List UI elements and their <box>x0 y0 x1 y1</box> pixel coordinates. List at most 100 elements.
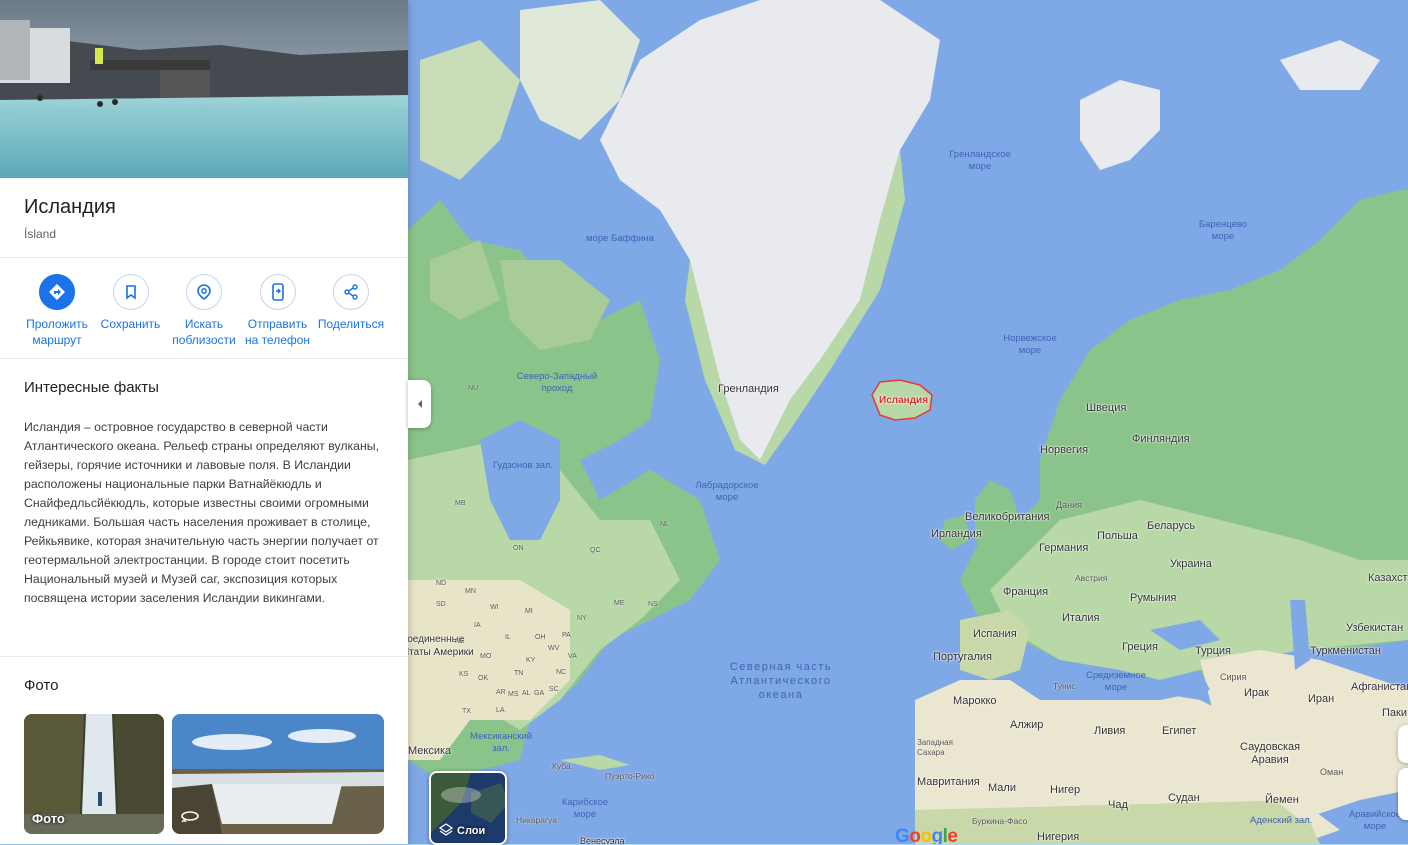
map-label-saudi-arabia[interactable]: Саудовская Аравия <box>1240 741 1300 767</box>
map-label-greece[interactable]: Греция <box>1122 641 1158 653</box>
map-label-turkmenistan[interactable]: Туркменистан <box>1310 645 1381 657</box>
map-state-label: KY <box>526 657 536 664</box>
map-label-italy[interactable]: Италия <box>1062 612 1099 624</box>
map-label-hudson-bay[interactable]: Гудзонов зал. <box>493 460 553 472</box>
map-label-belarus[interactable]: Беларусь <box>1147 520 1195 532</box>
layers-icon <box>439 823 453 836</box>
map-label-greenland[interactable]: Гренландия <box>718 383 779 395</box>
map-label-austria[interactable]: Австрия <box>1075 573 1107 583</box>
map-label-mediterranean[interactable]: Средиземное море <box>1080 670 1152 694</box>
map-label-libya[interactable]: Ливия <box>1094 725 1125 737</box>
caret-left-icon <box>417 400 422 408</box>
facts-section: Интересные факты Исландия – островное го… <box>0 359 408 657</box>
layers-button[interactable]: Слои <box>429 771 507 845</box>
map-label-portugal[interactable]: Португалия <box>933 651 992 663</box>
map-label-algeria[interactable]: Алжир <box>1010 719 1043 731</box>
map-label-germany[interactable]: Германия <box>1039 542 1088 554</box>
map-label-denmark[interactable]: Дания <box>1056 500 1082 510</box>
map-label-greenland-sea[interactable]: Гренландское море <box>940 149 1020 173</box>
map-control-top[interactable] <box>1398 725 1408 763</box>
share-button[interactable]: Поделиться <box>316 274 386 348</box>
map-label-turkey[interactable]: Турция <box>1195 645 1231 657</box>
map-label-iran[interactable]: Иран <box>1308 693 1334 705</box>
directions-button[interactable]: Проложить маршрут <box>22 274 92 348</box>
map-state-label: GA <box>534 690 545 697</box>
map-label-romania[interactable]: Румыния <box>1130 592 1176 604</box>
map-label-oman[interactable]: Оман <box>1320 767 1343 777</box>
photo-thumbnail-360[interactable] <box>172 714 384 834</box>
map-control-bottom[interactable] <box>1398 768 1408 820</box>
map-label-arabian-sea[interactable]: Аравийское море <box>1345 809 1405 833</box>
map-state-label: AL <box>522 690 531 697</box>
map-label-norwegian-sea[interactable]: Норвежское море <box>995 333 1065 357</box>
facts-text: Исландия – островное государство в север… <box>24 420 380 605</box>
map-label-niger[interactable]: Нигер <box>1050 784 1080 796</box>
map-label-mali[interactable]: Мали <box>988 782 1016 794</box>
map-label-iceland[interactable]: Исландия <box>879 395 928 406</box>
map-label-western-sahara[interactable]: Западная Сахара <box>917 738 962 758</box>
map-label-iraq[interactable]: Ирак <box>1244 687 1269 699</box>
map-label-afghanistan[interactable]: Афганистан <box>1351 681 1408 693</box>
map-state-label: ME <box>614 600 625 607</box>
map-label-tunisia[interactable]: Тунис <box>1053 681 1076 691</box>
map-label-france[interactable]: Франция <box>1003 586 1048 598</box>
map-label-burkina-faso[interactable]: Буркина-Фасо <box>972 816 1027 826</box>
map-label-barents-sea[interactable]: Баренцево море <box>1190 219 1256 243</box>
map-label-uzbekistan[interactable]: Узбекистан <box>1346 622 1403 634</box>
map-label-morocco[interactable]: Марокко <box>953 695 997 707</box>
map-state-label: TX <box>462 708 471 715</box>
map-state-label: MB <box>455 500 466 507</box>
place-title: Исландия <box>24 196 116 218</box>
map-label-kazakhstan[interactable]: Казахст <box>1368 572 1407 584</box>
map-label-mauritania[interactable]: Мавритания <box>917 776 980 788</box>
map-label-aden-gulf[interactable]: Аденский зал. <box>1250 815 1312 827</box>
map-label-northwest-passage[interactable]: Северо-Западный проход <box>512 371 602 395</box>
map-label-norway[interactable]: Норвегия <box>1040 444 1088 456</box>
map-label-uk[interactable]: Великобритания <box>965 511 1049 523</box>
map-label-egypt[interactable]: Египет <box>1162 725 1196 737</box>
map-label-caribbean[interactable]: Карибское море <box>555 797 615 821</box>
map-state-label: ND <box>436 580 447 587</box>
map-label-syria[interactable]: Сирия <box>1220 672 1246 682</box>
map-label-sweden[interactable]: Швеция <box>1086 402 1126 414</box>
map-label-puerto-rico[interactable]: Пуэрто-Рико <box>605 771 654 781</box>
map-state-label: MI <box>525 608 533 615</box>
map-label-pakistan[interactable]: Паки <box>1382 707 1407 719</box>
directions-icon <box>39 274 75 310</box>
map-label-ukraine[interactable]: Украина <box>1170 558 1212 570</box>
map-state-label: PA <box>562 632 571 639</box>
map-label-gulf-of-mexico[interactable]: Мексиканский зал. <box>465 731 537 755</box>
map-label-mexico[interactable]: Мексика <box>408 745 451 757</box>
map-label-venezuela[interactable]: Венесуэла <box>580 836 625 844</box>
map-state-label: NS <box>648 601 658 608</box>
map-label-sudan[interactable]: Судан <box>1168 792 1200 804</box>
save-button[interactable]: Сохранить <box>96 274 166 348</box>
action-bar: Проложить маршрут Сохранить Искать побли… <box>0 258 408 359</box>
map-state-label: OK <box>478 675 489 682</box>
send-to-phone-label: Отправить на телефон <box>244 317 311 347</box>
map-label-yemen[interactable]: Йемен <box>1265 794 1299 806</box>
map-label-spain[interactable]: Испания <box>973 628 1017 640</box>
map-label-usa[interactable]: Соединенные Штаты Америки <box>400 633 480 659</box>
photo-360-icon <box>180 809 200 826</box>
hero-photo[interactable] <box>0 0 408 178</box>
map-label-poland[interactable]: Польша <box>1097 530 1138 542</box>
map-state-label: IA <box>474 622 481 629</box>
nearby-button[interactable]: Искать поблизости <box>169 274 239 348</box>
collapse-panel-button[interactable] <box>408 380 431 428</box>
send-to-phone-button[interactable]: Отправить на телефон <box>243 274 313 348</box>
map-label-nicaragua[interactable]: Никарагуа <box>516 815 557 825</box>
map-label-finland[interactable]: Финляндия <box>1132 433 1190 445</box>
map-label-chad[interactable]: Чад <box>1108 799 1128 811</box>
place-header: Исландия Ísland <box>0 178 408 258</box>
map-state-label: NL <box>660 521 669 528</box>
google-logo: Google <box>895 826 958 844</box>
photo-thumbnail-waterfall[interactable]: Фото <box>24 714 164 834</box>
map-label-nigeria[interactable]: Нигерия <box>1037 831 1079 843</box>
map-label-north-atlantic[interactable]: Северная часть Атлантического океана <box>714 660 848 702</box>
map-label-cuba[interactable]: Куба <box>552 761 571 771</box>
map-label-baffin-sea[interactable]: море Баффина <box>586 233 654 245</box>
map-label-ireland[interactable]: Ирландия <box>931 528 982 540</box>
map-label-labrador-sea[interactable]: Лабрадорское море <box>690 480 764 504</box>
map-state-label: SD <box>436 601 446 608</box>
